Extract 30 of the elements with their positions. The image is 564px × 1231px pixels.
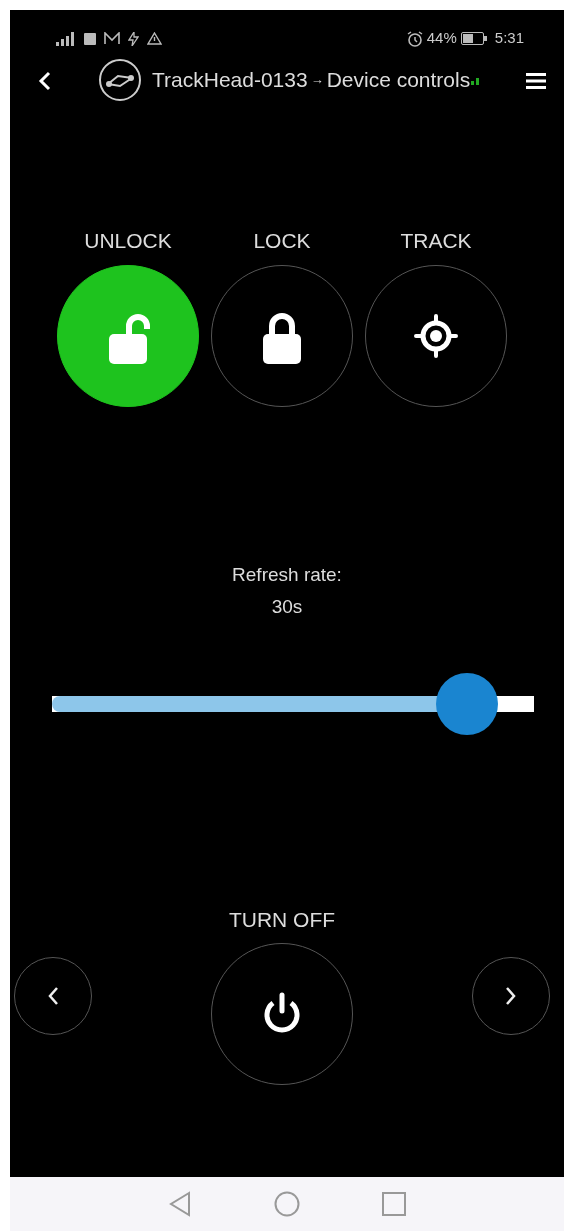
page-title: Device controls [326, 67, 471, 94]
recents-square-icon [382, 1192, 406, 1217]
action-label: TRACK [400, 228, 472, 254]
refresh-rate-value: 30s [271, 595, 303, 619]
turn-off-label: TURN OFF [228, 906, 336, 933]
arrow-separator: → [310, 71, 324, 90]
cellular-signal-icon [56, 31, 76, 46]
action-label: LOCK [253, 228, 311, 254]
previous-chevron-icon [47, 986, 59, 1006]
menu-icon [526, 71, 546, 90]
clock-time: 5:31 [494, 28, 524, 49]
device-name: TrackHead-0133 [152, 67, 308, 94]
next-chevron-icon [505, 986, 517, 1006]
nav-recents-button[interactable] [382, 1191, 406, 1217]
refresh-rate-label: Refresh rate: [232, 562, 342, 587]
route-logo-icon [98, 58, 142, 102]
warning-icon [147, 32, 162, 45]
battery-percent: 44% [426, 28, 457, 49]
signal-bars-icon [470, 75, 481, 85]
back-triangle-icon [168, 1191, 192, 1217]
bolt-icon [128, 31, 139, 46]
battery-icon [460, 32, 487, 45]
square-icon [84, 32, 96, 45]
nav-back-button[interactable] [168, 1191, 192, 1217]
home-circle-icon [274, 1191, 300, 1217]
alarm-clock-icon [406, 30, 423, 47]
mail-icon [104, 32, 120, 45]
action-label: UNLOCK [84, 228, 172, 254]
nav-home-button[interactable] [274, 1191, 300, 1217]
back-chevron-icon [38, 70, 52, 91]
